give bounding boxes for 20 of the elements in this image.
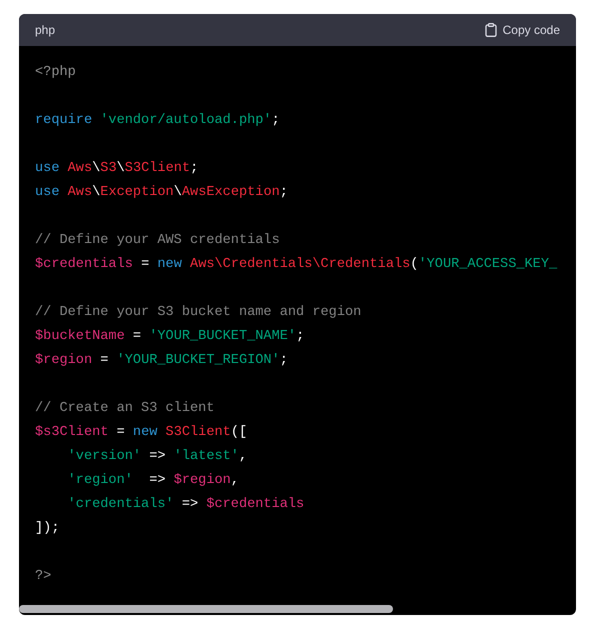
code-line: $credentials = new Aws\Credentials\Credentials('YOUR_ACCESS_KEY_ xyxy=(35,256,558,274)
code-line: use Aws\S3\S3Client; xyxy=(35,160,198,178)
code-line: // Define your AWS credentials xyxy=(35,232,280,250)
code-line: 'version' => 'latest', xyxy=(66,448,248,466)
code-line: use Aws\Exception\AwsException; xyxy=(35,184,288,202)
clipboard-icon xyxy=(484,23,497,37)
code-line: $region = 'YOUR_BUCKET_REGION'; xyxy=(35,352,288,370)
code-line: $s3Client = new S3Client([ xyxy=(35,424,248,442)
scrollbar-thumb[interactable] xyxy=(19,605,393,613)
code-line: ?> xyxy=(35,568,52,586)
copy-code-button[interactable]: Copy code xyxy=(484,23,560,37)
code-line: ]); xyxy=(35,520,60,538)
language-label: php xyxy=(35,23,56,37)
code-line: 'credentials' => $credentials xyxy=(66,496,304,514)
code-line: <?php xyxy=(35,64,76,82)
code-line: require 'vendor/autoload.php'; xyxy=(35,112,280,130)
code-line: 'region' => $region, xyxy=(66,472,239,490)
code-line: // Define your S3 bucket name and region xyxy=(35,304,362,322)
code-line: $bucketName = 'YOUR_BUCKET_NAME'; xyxy=(35,328,304,346)
code-line: // Create an S3 client xyxy=(35,400,214,418)
